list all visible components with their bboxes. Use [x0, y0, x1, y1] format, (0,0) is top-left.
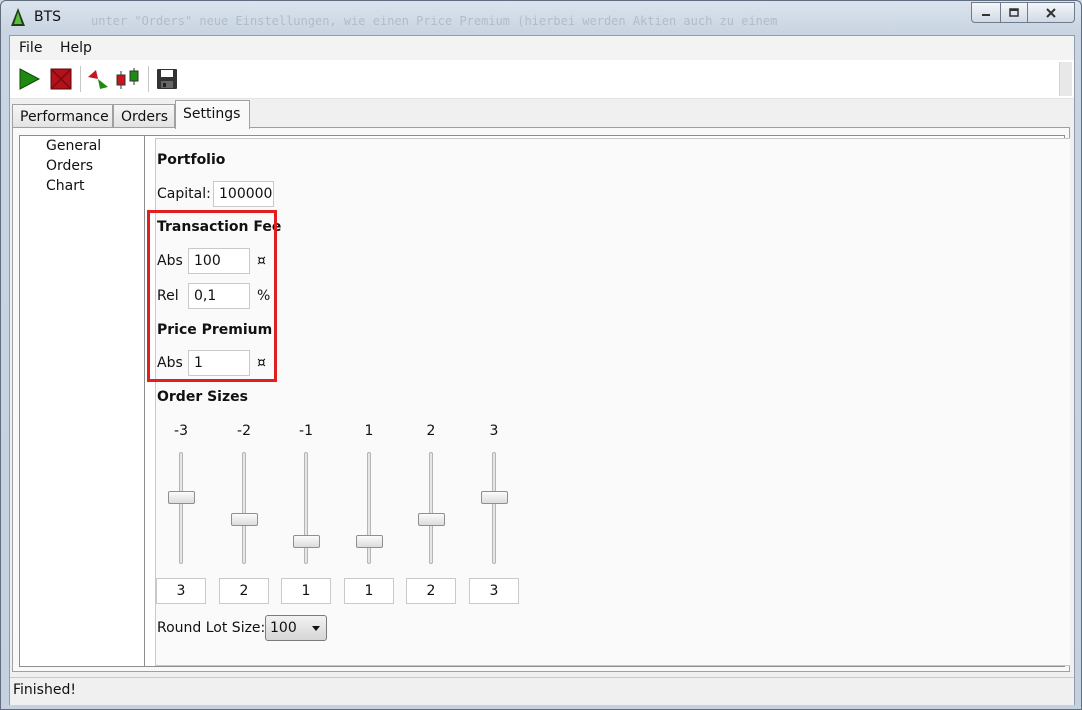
transaction-fee-rel-label: Rel	[157, 288, 179, 304]
order-size-value[interactable]: 1	[281, 578, 331, 604]
order-size-slider-thumb[interactable]	[168, 491, 195, 504]
order-size-slider[interactable]	[179, 452, 183, 564]
order-size-value[interactable]: 3	[469, 578, 519, 604]
tree-item-chart[interactable]: Chart	[46, 178, 84, 194]
round-lot-size-label: Round Lot Size:	[157, 620, 266, 636]
save-icon	[157, 69, 177, 89]
toolbar-overflow-button[interactable]	[1059, 62, 1072, 96]
window-controls	[971, 2, 1075, 23]
portfolio-heading: Portfolio	[157, 152, 226, 168]
minimize-button[interactable]	[971, 2, 1001, 23]
order-size-label: -1	[299, 423, 313, 439]
order-size-label: -2	[237, 423, 251, 439]
round-lot-size-value: 100	[270, 620, 297, 636]
close-button[interactable]	[1028, 2, 1075, 23]
status-bar: Finished!	[10, 677, 1074, 705]
menu-file[interactable]: File	[19, 40, 42, 56]
maximize-icon	[1009, 7, 1019, 17]
status-text: Finished!	[13, 682, 76, 698]
transaction-fee-abs-label: Abs	[157, 253, 183, 269]
title-bar[interactable]: BTS unter "Orders" neue Einstellungen, w…	[1, 1, 1081, 35]
app-logo-icon	[11, 8, 25, 30]
play-button[interactable]	[16, 66, 42, 92]
toolbar-separator	[80, 66, 81, 92]
order-size-slider[interactable]	[492, 452, 496, 564]
order-size-slider-thumb[interactable]	[481, 491, 508, 504]
capital-label: Capital:	[157, 186, 211, 202]
order-size-value[interactable]: 2	[219, 578, 269, 604]
transaction-fee-abs-input[interactable]: 100	[188, 248, 250, 274]
play-icon	[19, 68, 41, 90]
price-premium-abs-label: Abs	[157, 355, 183, 371]
stop-button[interactable]	[48, 66, 74, 92]
capital-input[interactable]: 100000	[213, 181, 274, 207]
order-size-label: 3	[489, 423, 499, 439]
price-premium-abs-unit: ¤	[257, 355, 266, 371]
order-size-slider-thumb[interactable]	[231, 513, 258, 526]
background-window-text: unter "Orders" neue Einstellungen, wie e…	[91, 14, 778, 28]
order-size-label: 1	[364, 423, 374, 439]
price-premium-heading: Price Premium	[157, 322, 273, 338]
tree-item-orders[interactable]: Orders	[46, 158, 93, 174]
menu-help[interactable]: Help	[60, 40, 92, 56]
order-size-label: -3	[174, 423, 188, 439]
order-size-value[interactable]: 2	[406, 578, 456, 604]
order-sizes-heading: Order Sizes	[157, 389, 248, 405]
toolbar-separator	[148, 66, 149, 92]
price-premium-abs-input[interactable]: 1	[188, 350, 250, 376]
maximize-button[interactable]	[1001, 2, 1028, 23]
tab-performance[interactable]: Performance	[12, 104, 113, 128]
tab-settings[interactable]: Settings	[175, 100, 250, 129]
minimize-icon	[982, 13, 990, 16]
trade-button[interactable]	[85, 66, 111, 92]
close-icon	[1046, 7, 1056, 18]
candlestick-chart-icon	[116, 68, 139, 89]
order-size-slider[interactable]	[429, 452, 433, 564]
save-button[interactable]	[154, 66, 180, 92]
tree-item-general[interactable]: General	[46, 138, 101, 154]
order-size-label: 2	[426, 423, 436, 439]
transaction-fee-heading: Transaction Fee	[157, 219, 282, 235]
transaction-fee-rel-unit: %	[257, 288, 271, 304]
order-size-slider-thumb[interactable]	[418, 513, 445, 526]
trade-arrows-icon	[88, 70, 108, 89]
chevron-down-icon	[312, 626, 320, 631]
order-size-slider[interactable]	[242, 452, 246, 564]
transaction-fee-rel-input[interactable]: 0,1	[188, 283, 250, 309]
transaction-fee-abs-unit: ¤	[257, 253, 266, 269]
stop-icon	[50, 68, 72, 90]
window-title: BTS	[34, 9, 62, 25]
round-lot-size-select[interactable]: 100	[265, 615, 327, 641]
order-size-slider-thumb[interactable]	[293, 535, 320, 548]
menu-bar: File Help	[10, 36, 1074, 60]
order-size-value[interactable]: 1	[344, 578, 394, 604]
tab-orders[interactable]: Orders	[113, 104, 175, 128]
chart-button[interactable]	[115, 66, 141, 92]
order-size-slider-thumb[interactable]	[356, 535, 383, 548]
toolbar	[10, 60, 1074, 99]
app-window: BTS unter "Orders" neue Einstellungen, w…	[0, 0, 1082, 710]
settings-category-tree: General Orders Chart	[19, 135, 146, 667]
order-size-value[interactable]: 3	[156, 578, 206, 604]
